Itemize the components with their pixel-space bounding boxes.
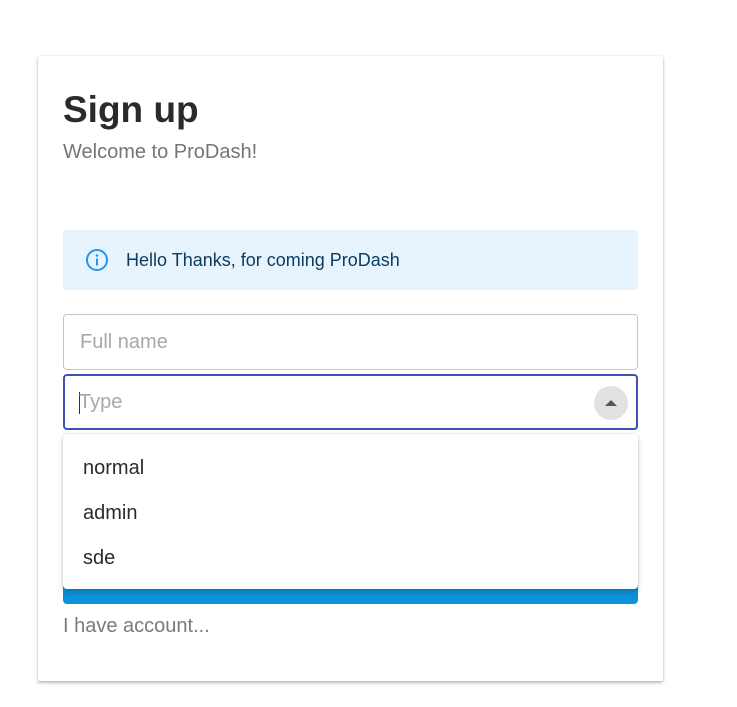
full-name-input[interactable]: [80, 315, 560, 369]
option-normal[interactable]: normal: [63, 446, 638, 491]
full-name-field[interactable]: [63, 314, 638, 370]
type-field[interactable]: [63, 374, 638, 430]
option-admin[interactable]: admin: [63, 491, 638, 536]
page-title: Sign up: [63, 89, 199, 130]
type-dropdown-toggle[interactable]: [594, 386, 628, 420]
arrow-up-icon: [605, 400, 617, 406]
option-sde[interactable]: sde: [63, 536, 638, 581]
type-options-listbox: normal admin sde: [63, 434, 638, 589]
type-input[interactable]: [79, 376, 559, 428]
info-alert: Hello Thanks, for coming ProDash: [63, 230, 638, 290]
page-subtitle: Welcome to ProDash!: [63, 141, 258, 163]
alert-message: Hello Thanks, for coming ProDash: [126, 250, 400, 270]
have-account-link[interactable]: I have account...: [63, 614, 210, 638]
info-icon: [84, 247, 110, 273]
